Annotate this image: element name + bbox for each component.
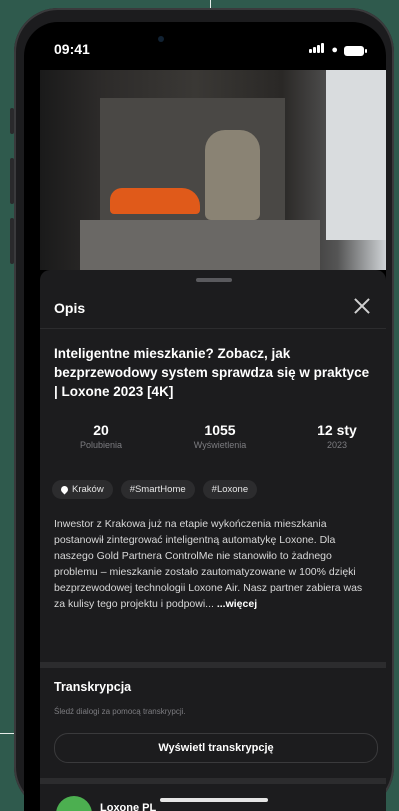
stat-date-value: 12 sty bbox=[317, 422, 357, 438]
description-text: Inwestor z Krakowa już na etapie wykończ… bbox=[54, 518, 363, 610]
signal-icon bbox=[309, 40, 325, 56]
more-link[interactable]: ...więcej bbox=[217, 598, 257, 610]
location-pin-icon bbox=[59, 484, 70, 495]
tag-location-label: Kraków bbox=[72, 484, 104, 495]
tag-smarthome[interactable]: #SmartHome bbox=[120, 480, 195, 499]
volume-up-button bbox=[10, 158, 14, 204]
tag-location[interactable]: Kraków bbox=[52, 480, 113, 499]
video-scene-car bbox=[110, 188, 200, 214]
channel-avatar[interactable] bbox=[56, 796, 92, 811]
channel-name[interactable]: Loxone PL bbox=[100, 802, 156, 811]
volume-down-button bbox=[10, 218, 14, 264]
stat-views-value: 1055 bbox=[204, 422, 236, 438]
show-transcript-button[interactable]: Wyświetl transkrypcję bbox=[54, 733, 378, 763]
wifi-icon: ● bbox=[331, 44, 338, 56]
stat-likes: 20 Polubienia bbox=[66, 422, 136, 450]
sheet-grabber[interactable] bbox=[196, 278, 232, 282]
transcript-subtitle: Śledź dialogi za pomocą transkrypcji. bbox=[54, 707, 186, 716]
stat-views: 1055 Wyświetlenia bbox=[180, 422, 260, 450]
description-sheet: Opis Inteligentne mieszkanie? Zobacz, ja… bbox=[40, 270, 386, 811]
background-line-vertical bbox=[210, 0, 211, 8]
mute-switch bbox=[10, 108, 14, 134]
stat-likes-label: Polubienia bbox=[79, 440, 123, 450]
video-stats: 20 Polubienia 1055 Wyświetlenia 12 sty 2… bbox=[40, 422, 386, 462]
status-icons: ● bbox=[309, 40, 367, 56]
sheet-title: Opis bbox=[54, 300, 86, 316]
video-description: Inwestor z Krakowa już na etapie wykończ… bbox=[54, 516, 376, 612]
sheet-header: Opis bbox=[40, 292, 386, 329]
battery-icon bbox=[344, 46, 367, 56]
video-player[interactable] bbox=[40, 70, 386, 270]
screen: 09:41 ● Opis Inteligentne mieszkanie? Zo… bbox=[24, 22, 386, 811]
stat-views-label: Wyświetlenia bbox=[193, 440, 247, 450]
video-scene-window bbox=[326, 70, 386, 240]
camera-icon bbox=[158, 36, 164, 42]
stat-date-label: 2023 bbox=[326, 440, 348, 450]
section-divider bbox=[40, 662, 386, 668]
video-scene-cabinet bbox=[80, 220, 320, 270]
tag-loxone[interactable]: #Loxone bbox=[202, 480, 258, 499]
status-bar: 09:41 ● bbox=[24, 22, 386, 68]
home-indicator bbox=[160, 798, 268, 802]
status-time: 09:41 bbox=[54, 41, 90, 57]
video-scene-figure bbox=[205, 130, 260, 220]
section-divider-2 bbox=[40, 778, 386, 784]
stat-likes-value: 20 bbox=[93, 422, 109, 438]
stat-date: 12 sty 2023 bbox=[302, 422, 372, 450]
transcript-title: Transkrypcja bbox=[54, 680, 132, 694]
video-title: Inteligentne mieszkanie? Zobacz, jak bez… bbox=[54, 346, 370, 399]
close-icon[interactable] bbox=[352, 296, 372, 316]
tag-list: Kraków #SmartHome #Loxone bbox=[52, 480, 258, 499]
